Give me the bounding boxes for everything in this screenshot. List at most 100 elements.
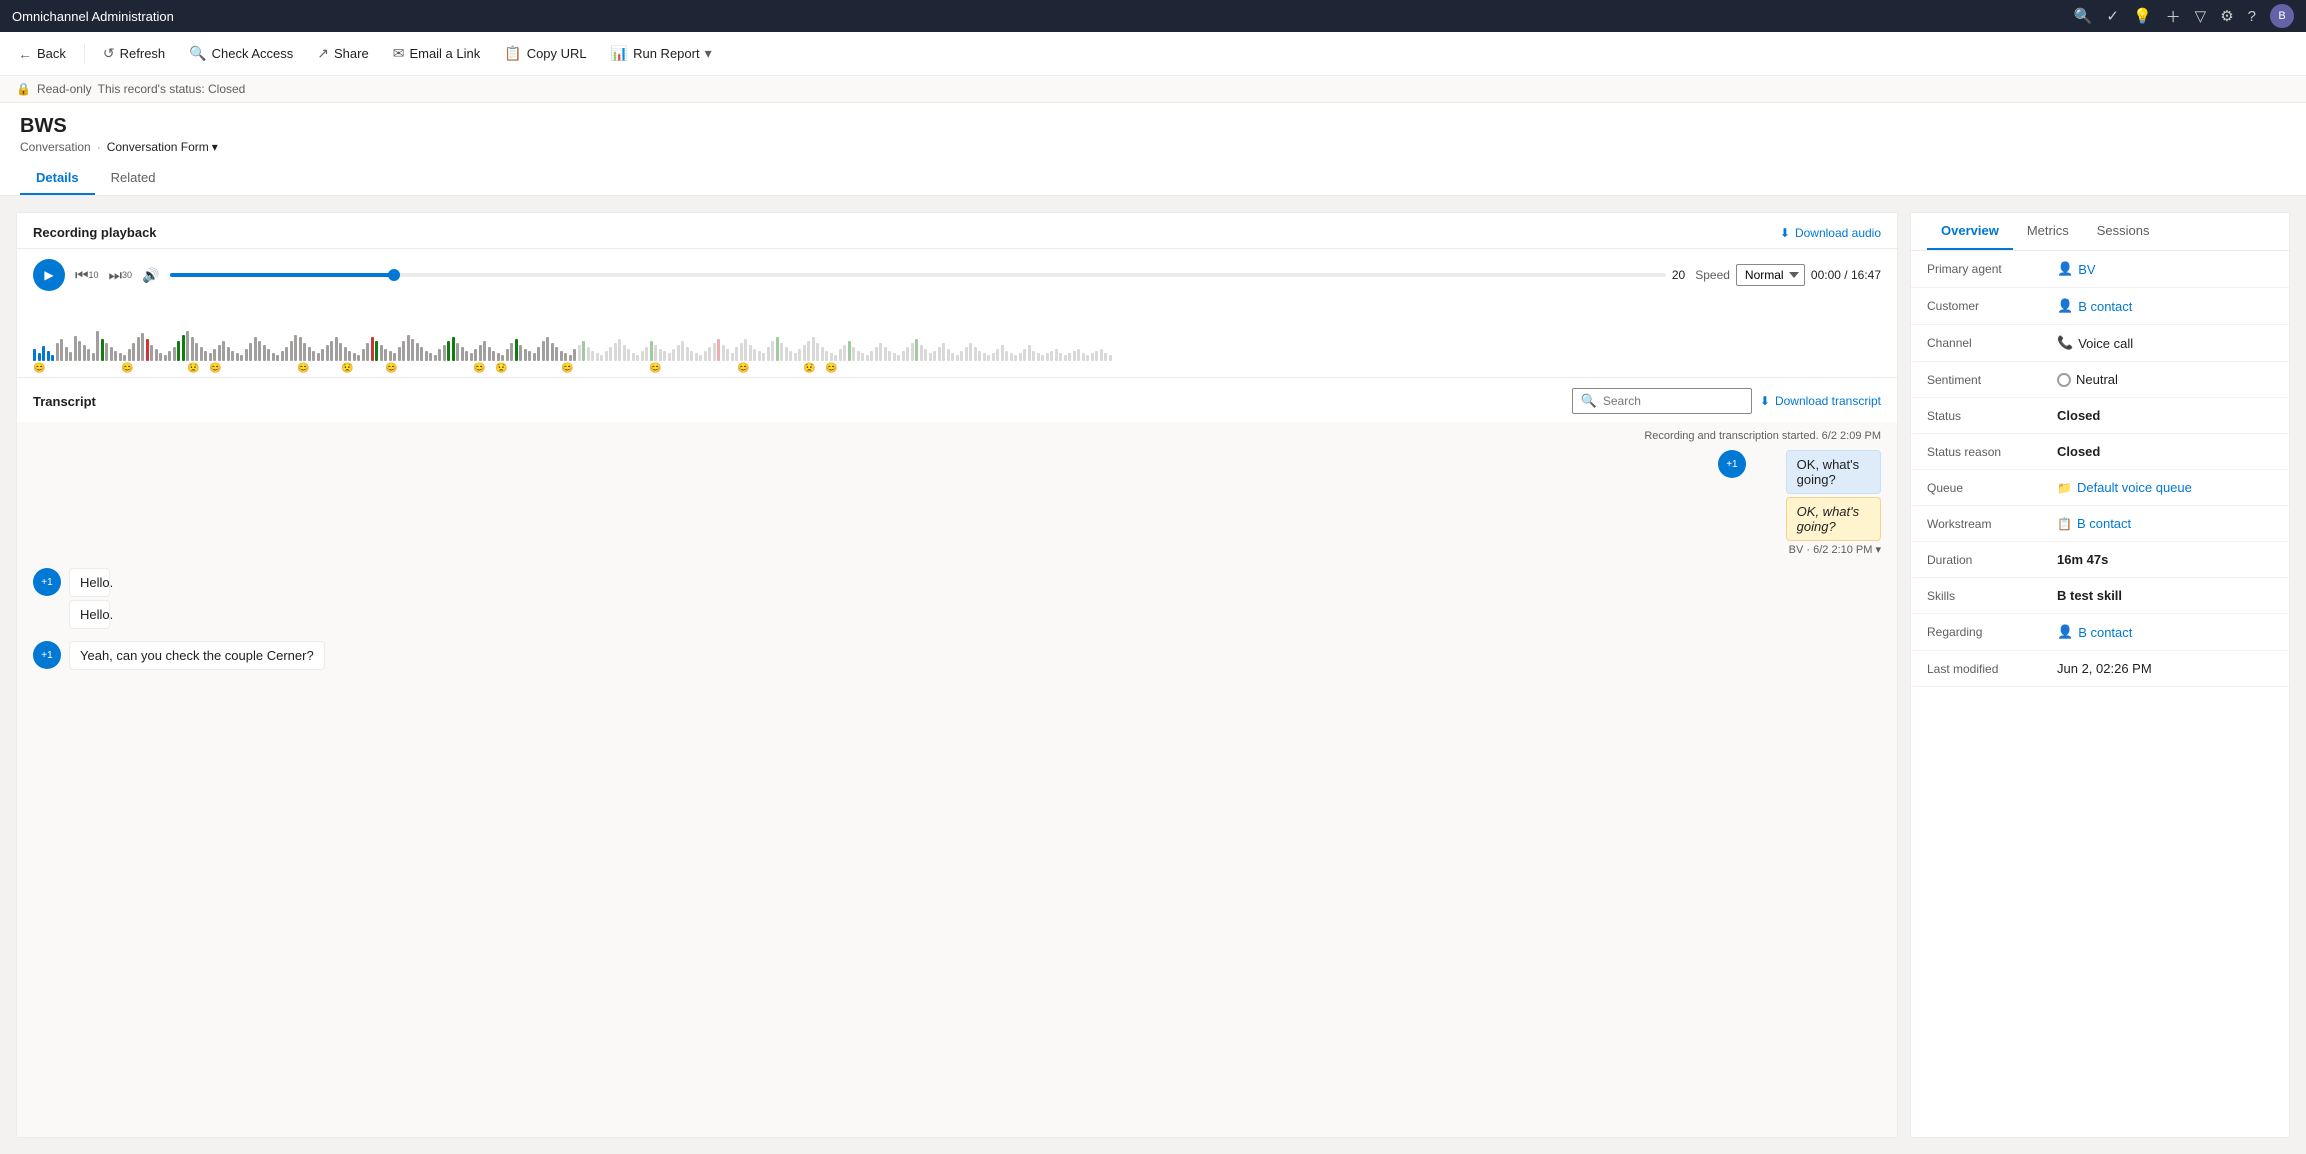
sentiment-value: Neutral [2057,372,2118,387]
message-row: +1 Yeah, can you check the couple Cerner… [33,641,1881,670]
breadcrumb-conversation[interactable]: Conversation [20,140,91,154]
avatar: +1 [33,641,61,669]
email-link-button[interactable]: ✉ Email a Link [383,41,491,66]
breadcrumb-form[interactable]: Conversation Form ▾ [107,140,218,154]
download-transcript-icon: ⬇ [1760,394,1770,408]
progress-container: 20 [170,268,1686,282]
person-icon: 👤 [2057,261,2073,277]
search-icon: 🔍 [1581,393,1597,409]
plus-icon[interactable]: ＋ [2166,6,2181,27]
waveform [33,301,1881,361]
avatar: +1 [33,568,61,596]
message-row: +1 Hello. Hello. [33,568,1881,629]
channel-value: 📞 Voice call [2057,335,2133,351]
speed-label: Speed [1695,268,1730,282]
skills-label: Skills [1927,589,2057,603]
workstream-label: Workstream [1927,517,2057,531]
skip-back-button[interactable]: ⏮ 10 [75,267,99,284]
customer-link[interactable]: B contact [2078,299,2132,314]
page-header: BWS Conversation · Conversation Form ▾ D… [0,103,2306,196]
skip-forward-button[interactable]: ⏭ 30 [109,267,133,284]
customer-value: 👤 B contact [2057,298,2132,314]
chat-container[interactable]: Recording and transcription started. 6/2… [17,422,1897,1137]
help-icon[interactable]: ? [2248,8,2256,25]
person-icon: 👤 [2057,624,2073,640]
status-reason-label: Status reason [1927,445,2057,459]
run-report-button[interactable]: 📊 Run Report ▾ [601,41,722,66]
download-audio-button[interactable]: ⬇ Download audio [1780,226,1881,240]
volume-number: 20 [1672,268,1685,282]
last-modified-label: Last modified [1927,662,2057,676]
lightbulb-icon[interactable]: 💡 [2133,7,2152,25]
detail-row-regarding: Regarding 👤 B contact [1911,614,2289,651]
avatar[interactable]: B [2270,4,2294,28]
divider [84,44,85,64]
detail-row-status-reason: Status reason Closed [1911,434,2289,470]
recording-title: Recording playback [33,225,157,240]
skip-forward-icon: ⏭ [109,267,123,284]
app-title: Omnichannel Administration [12,9,174,24]
workstream-value: 📋 B contact [2057,516,2131,531]
search-input[interactable] [1603,394,1743,408]
phone-icon: 📞 [2057,335,2073,351]
check-access-button[interactable]: 🔍 Check Access [179,41,303,66]
detail-row-workstream: Workstream 📋 B contact [1911,506,2289,542]
transcript-controls: 🔍 ⬇ Download transcript [1572,388,1881,414]
refresh-button[interactable]: ↺ Refresh [93,41,175,66]
play-button[interactable]: ▶ [33,259,65,291]
message-bubble-sub: Hello. [69,600,110,629]
primary-agent-link[interactable]: BV [2078,262,2095,277]
search-icon[interactable]: 🔍 [2074,7,2093,25]
copy-icon: 📋 [504,45,521,62]
right-tabs: Overview Metrics Sessions [1911,213,2289,251]
queue-link[interactable]: Default voice queue [2077,480,2192,495]
speed-select[interactable]: 0.5x 0.75x Normal 1.25x 1.5x 2x [1736,264,1805,286]
tab-details[interactable]: Details [20,162,95,195]
status-label: Status [1927,409,2057,423]
back-button[interactable]: ← Back [8,42,76,66]
workstream-icon: 📋 [2057,517,2072,531]
command-bar: ← Back ↺ Refresh 🔍 Check Access ↗ Share … [0,32,2306,76]
right-panel: Overview Metrics Sessions Primary agent … [1910,212,2290,1138]
sentiment-icon [2057,373,2071,387]
message-bubble: OK, what's going? [1786,450,1881,494]
page-title: BWS [20,115,2286,138]
settings-icon[interactable]: ⚙ [2220,7,2233,25]
time-display: 00:00 / 16:47 [1811,268,1881,282]
regarding-value: 👤 B contact [2057,624,2132,640]
refresh-icon: ↺ [103,45,115,62]
avatar: +1 [1718,450,1746,478]
tab-related[interactable]: Related [95,162,172,195]
detail-row-skills: Skills B test skill [1911,578,2289,614]
check-circle-icon[interactable]: ✓ [2106,7,2119,25]
tab-sessions[interactable]: Sessions [2083,213,2164,250]
tab-metrics[interactable]: Metrics [2013,213,2083,250]
progress-thumb [388,269,400,281]
detail-row-customer: Customer 👤 B contact [1911,288,2289,325]
chevron-down-icon: ▾ [705,45,712,62]
tab-overview[interactable]: Overview [1927,213,2013,250]
detail-row-sentiment: Sentiment Neutral [1911,362,2289,398]
regarding-link[interactable]: B contact [2078,625,2132,640]
readonly-text: Read-only [37,82,92,96]
lock-icon: 🔒 [16,82,31,96]
skills-value: B test skill [2057,588,2122,603]
waveform-container[interactable]: 😊😊😟😊😊😟😊😊😟😊😊😊😟😊 [17,297,1897,377]
topbar: Omnichannel Administration 🔍 ✓ 💡 ＋ ▽ ⚙ ?… [0,0,2306,32]
regarding-label: Regarding [1927,625,2057,639]
message-row: OK, what's going? OK, what's going? BV ·… [33,450,1881,556]
back-icon: ← [18,46,32,62]
filter-icon[interactable]: ▽ [2195,7,2207,25]
progress-bar[interactable] [170,273,1666,277]
copy-url-button[interactable]: 📋 Copy URL [494,41,596,66]
breadcrumb-separator: · [97,140,101,154]
workstream-link[interactable]: B contact [2077,516,2131,531]
volume-button[interactable]: 🔊 [142,267,159,284]
breadcrumb: Conversation · Conversation Form ▾ [20,140,2286,154]
agent-meta: BV · 6/2 2:10 PM ▾ [1789,543,1881,556]
check-access-icon: 🔍 [189,45,206,62]
share-button[interactable]: ↗ Share [307,41,378,66]
download-transcript-button[interactable]: ⬇ Download transcript [1760,394,1881,408]
status-value: Closed [2057,408,2100,423]
page-tabs: Details Related [20,162,2286,195]
